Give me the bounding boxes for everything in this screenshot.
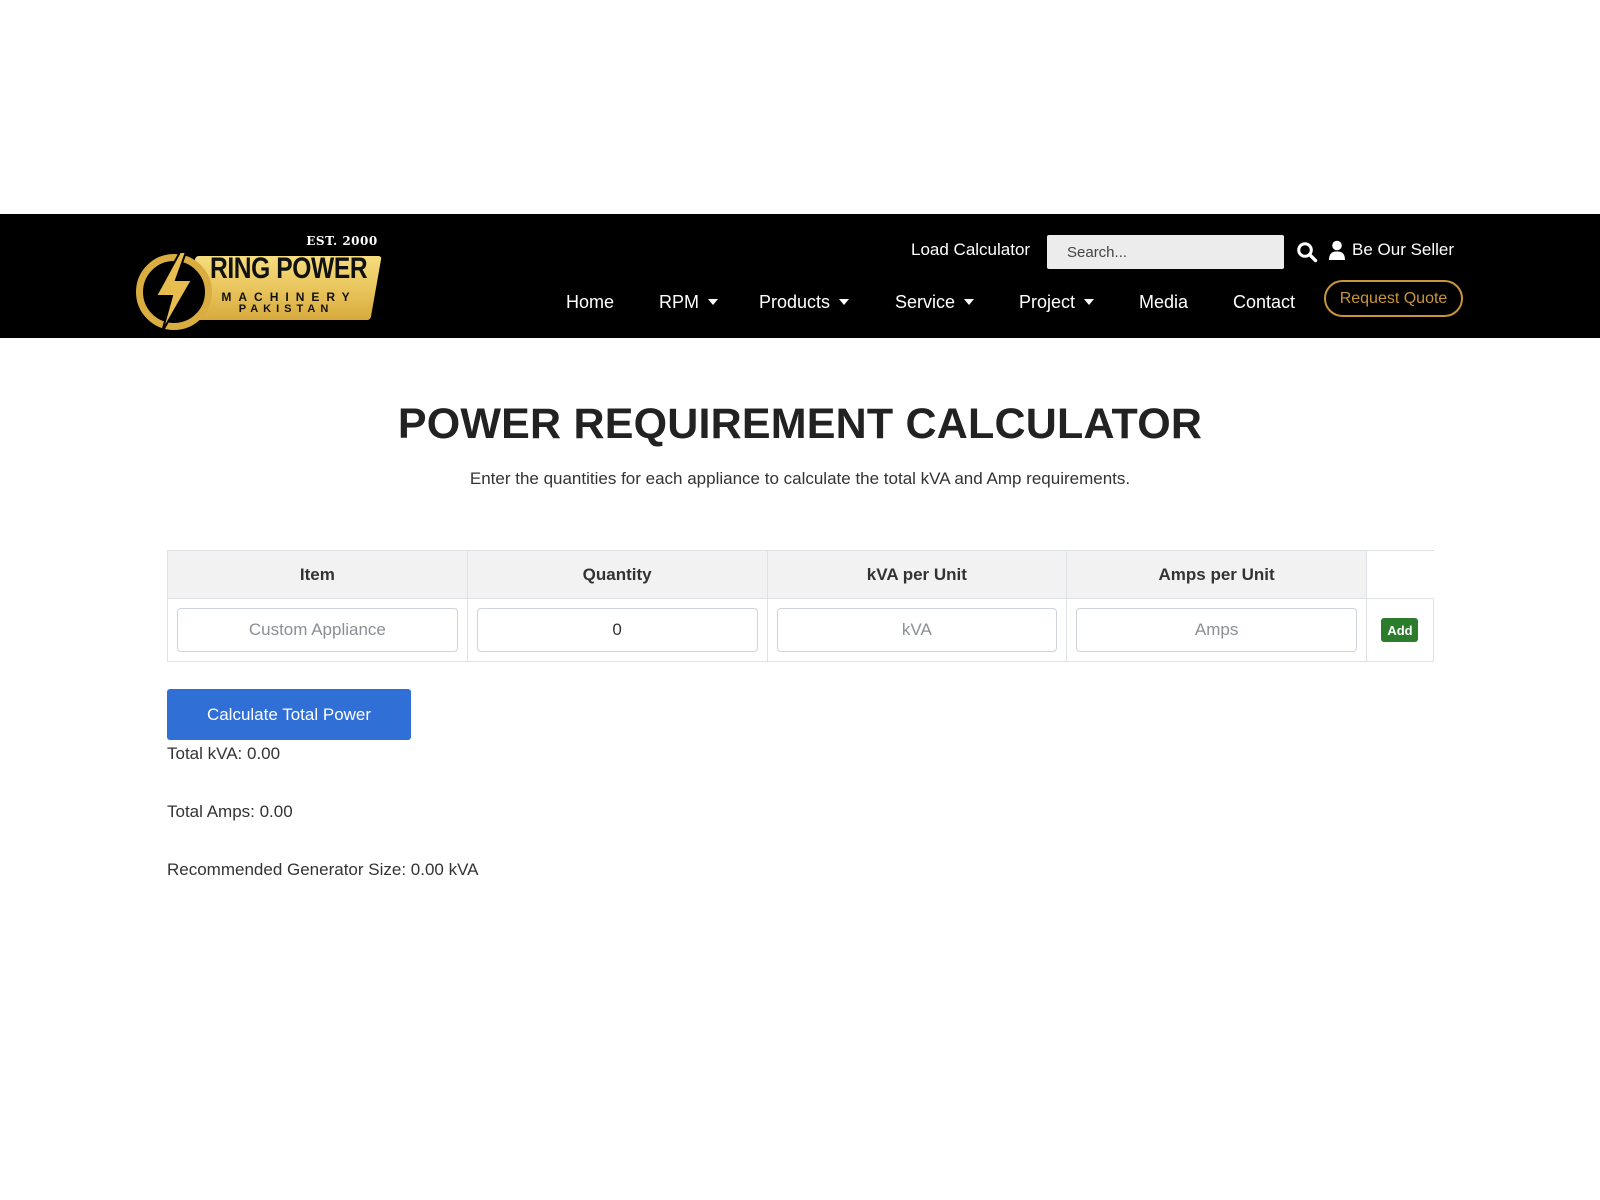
nav-label: Home (566, 292, 615, 312)
item-cell (167, 598, 468, 662)
quantity-input[interactable] (476, 608, 758, 652)
lightning-bolt-icon (154, 251, 194, 333)
user-icon (1329, 240, 1345, 260)
logo-brand-text: RING POWER (210, 252, 368, 285)
page-title: POWER REQUIREMENT CALCULATOR (397, 400, 1203, 448)
amps-cell (1066, 598, 1367, 662)
nav-label: Contact (1233, 292, 1296, 312)
column-header-action (1365, 550, 1434, 599)
nav-item-rpm[interactable]: RPM (659, 280, 718, 324)
column-header-kva: kVA per Unit (766, 550, 1068, 599)
page-subtitle: Enter the quantities for each appliance … (469, 469, 1131, 488)
action-cell: Add (1365, 598, 1435, 662)
table-header-row: Item Quantity kVA per Unit Amps per Unit (167, 550, 1434, 599)
nav-label: RPM (659, 292, 699, 312)
calculate-total-power-button[interactable]: Calculate Total Power (167, 689, 411, 740)
amps-input[interactable] (1076, 608, 1357, 652)
table-row: Add (167, 598, 1435, 662)
load-calculator-link[interactable]: Load Calculator (911, 240, 1030, 260)
logo-machinery-text: MACHINERY (221, 290, 357, 304)
site-header: EST. 2000 RING POWER MACHINERY PAKISTAN … (0, 214, 1600, 338)
total-kva-result: Total kVA: 0.00 (167, 744, 281, 763)
caret-down-icon (964, 299, 975, 305)
caret-down-icon (1084, 299, 1095, 305)
nav-item-project[interactable]: Project (1019, 280, 1095, 324)
logo-est-text: EST. 2000 (306, 234, 378, 248)
nav-label: Products (759, 292, 831, 312)
column-header-amps: Amps per Unit (1066, 550, 1367, 599)
be-our-seller-label: Be Our Seller (1352, 240, 1455, 259)
nav-label: Service (895, 292, 956, 312)
caret-down-icon (839, 299, 850, 305)
add-button[interactable]: Add (1381, 618, 1419, 642)
nav-item-products[interactable]: Products (759, 280, 850, 324)
appliance-table: Item Quantity kVA per Unit Amps per Unit… (167, 550, 1435, 662)
caret-down-icon (708, 299, 718, 305)
logo-pakistan-text: PAKISTAN (238, 303, 334, 315)
column-header-item: Item (167, 550, 468, 599)
total-amps-result: Total Amps: 0.00 (167, 802, 293, 821)
be-our-seller-link[interactable]: Be Our Seller (1328, 240, 1454, 260)
nav-label: Media (1139, 292, 1189, 312)
nav-item-media[interactable]: Media (1139, 280, 1188, 324)
custom-appliance-input[interactable] (177, 608, 458, 652)
request-quote-button[interactable]: Request Quote (1324, 280, 1463, 317)
nav-item-home[interactable]: Home (566, 280, 614, 324)
kva-input[interactable] (776, 608, 1058, 652)
quantity-cell (466, 598, 768, 662)
kva-cell (766, 598, 1068, 662)
search-icon[interactable] (1296, 241, 1318, 263)
nav-label: Project (1019, 292, 1076, 312)
search-input[interactable] (1047, 235, 1284, 269)
nav-item-contact[interactable]: Contact (1233, 280, 1295, 324)
column-header-quantity: Quantity (466, 550, 768, 599)
nav-item-service[interactable]: Service (895, 280, 975, 324)
recommended-generator-result: Recommended Generator Size: 0.00 kVA (167, 860, 479, 879)
ring-power-logo[interactable]: EST. 2000 RING POWER MACHINERY PAKISTAN (136, 234, 382, 333)
